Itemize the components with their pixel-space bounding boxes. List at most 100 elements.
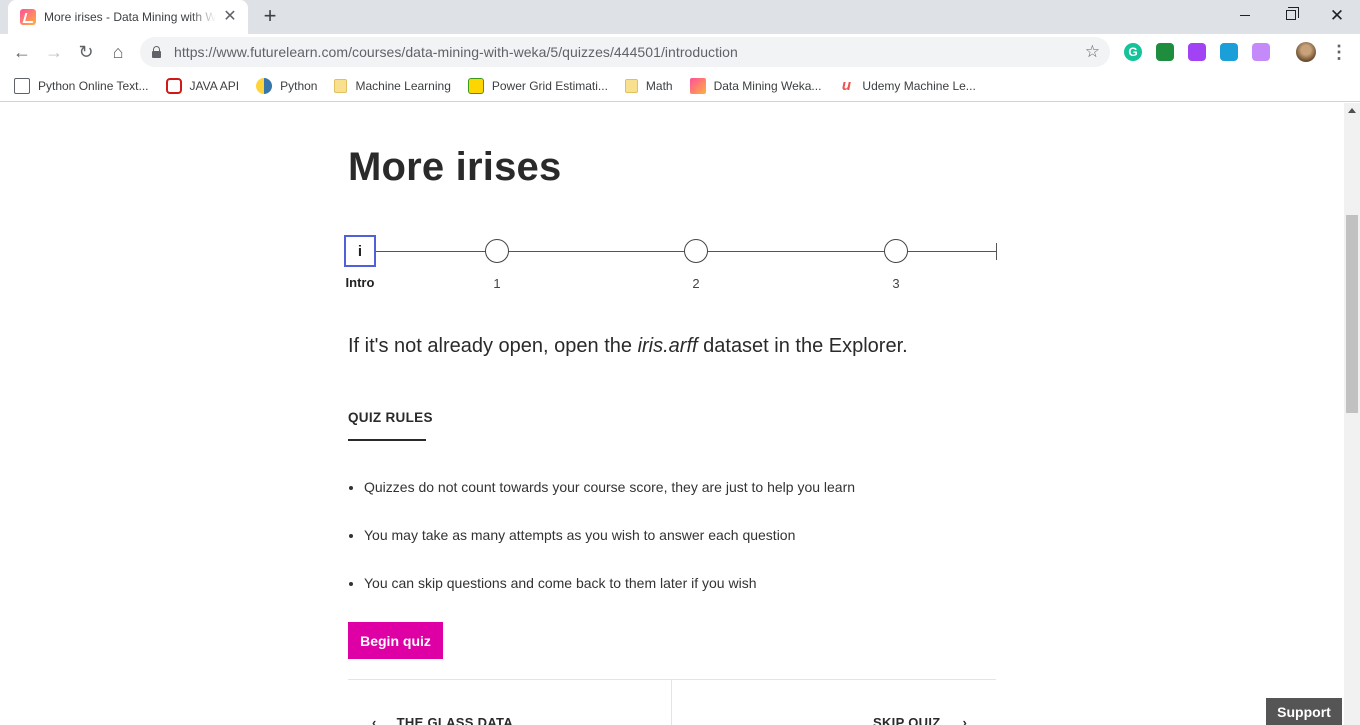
extension-puzzle-icon-2[interactable] (1252, 43, 1270, 61)
bookmark-item[interactable]: Data Mining Weka... (689, 77, 822, 94)
skip-quiz-link[interactable]: SKIP QUIZ › (873, 715, 967, 725)
tab-close-icon[interactable]: ✕ (222, 9, 238, 25)
browser-tab[interactable]: More irises - Data Mining with Weka ✕ (8, 0, 248, 34)
bookmark-label: Udemy Machine Le... (862, 78, 976, 93)
arrow-right-icon: → (45, 41, 63, 62)
url-path: /courses/data-mining-with-weka/5/quizzes… (348, 44, 738, 60)
step-2[interactable]: 2 (684, 239, 708, 291)
scrollbar-thumb[interactable] (1346, 215, 1358, 413)
tab-title: More irises - Data Mining with Weka (44, 10, 216, 24)
quiz-rules-list: Quizzes do not count towards your course… (348, 479, 855, 623)
page-scrollbar[interactable] (1344, 103, 1360, 725)
extension-puzzle-icon[interactable] (1188, 43, 1206, 61)
rule-text: You may take as many attempts as you wis… (364, 527, 796, 543)
folder-icon (334, 78, 348, 93)
url-host: https://www.futurelearn.com (174, 44, 349, 60)
bullet-icon (349, 534, 353, 538)
step-node (684, 239, 708, 263)
cast-extension-icon[interactable] (1156, 43, 1174, 61)
previous-step-label: THE GLASS DATA (396, 715, 514, 725)
smiley-icon (467, 77, 484, 94)
progress-end-tick (996, 243, 997, 260)
skip-quiz-label: SKIP QUIZ (873, 715, 941, 725)
step-intro[interactable]: i Intro (344, 235, 376, 290)
step-node (884, 239, 908, 263)
bookmark-item[interactable]: JAVA API (165, 77, 240, 94)
step-1[interactable]: 1 (485, 239, 509, 291)
bookmark-label: Machine Learning (355, 78, 451, 93)
home-button[interactable]: ⌂ (104, 38, 132, 66)
rule-text: You can skip questions and come back to … (364, 575, 757, 591)
arrow-left-icon: ← (13, 41, 31, 62)
step-label: Intro (345, 275, 375, 290)
bookmark-item[interactable]: Python (256, 77, 318, 94)
udemy-icon: u (841, 76, 851, 94)
step-label: 1 (493, 276, 501, 291)
step-label: 2 (692, 276, 700, 291)
folder-icon (624, 78, 638, 93)
new-tab-button[interactable]: + (258, 5, 282, 29)
back-button[interactable]: ← (8, 38, 36, 66)
rule-text: Quizzes do not count towards your course… (364, 479, 856, 495)
chevron-left-icon: ‹ (372, 715, 377, 725)
bookmark-folder[interactable]: Machine Learning (334, 78, 451, 93)
lock-icon (152, 45, 161, 58)
oracle-icon (165, 77, 182, 94)
quiz-rules-heading: QUIZ RULES (348, 410, 433, 425)
list-item: You can skip questions and come back to … (348, 575, 855, 623)
begin-quiz-button[interactable]: Begin quiz (348, 622, 443, 659)
grammarly-extension-icon[interactable]: G (1124, 43, 1142, 61)
chevron-right-icon: › (962, 715, 968, 725)
quiz-rules-underline (348, 439, 426, 441)
bookmark-folder[interactable]: Math (624, 78, 673, 93)
reload-button[interactable]: ↻ (72, 38, 100, 66)
close-window-button[interactable]: ✕ (1314, 0, 1360, 30)
reload-icon: ↻ (78, 41, 94, 62)
bookmark-label: Power Grid Estimati... (491, 78, 608, 93)
bookmark-item[interactable]: u Udemy Machine Le... (838, 76, 976, 94)
minimize-button[interactable] (1222, 0, 1268, 30)
bullet-icon (349, 582, 353, 586)
divider (348, 679, 996, 680)
bookmark-label: JAVA API (189, 78, 240, 93)
forward-button[interactable]: → (40, 38, 68, 66)
home-icon: ⌂ (112, 41, 124, 62)
cloud-extension-icon[interactable] (1220, 43, 1238, 61)
page-title: More irises (348, 145, 562, 189)
intro-text-post: dataset in the Explorer. (697, 335, 908, 357)
close-icon: ✕ (1329, 5, 1345, 25)
previous-step-link[interactable]: ‹ THE GLASS DATA (372, 715, 513, 725)
profile-avatar[interactable] (1296, 42, 1316, 62)
step-node: i (344, 235, 376, 267)
bookmark-label: Math (645, 78, 673, 93)
intro-text-pre: If it's not already open, open the (348, 335, 638, 357)
step-node (485, 239, 509, 263)
bookmark-item[interactable]: Python Online Text... (14, 77, 149, 94)
bookmark-label: Data Mining Weka... (713, 78, 822, 93)
divider-vertical (671, 680, 672, 725)
support-button[interactable]: Support (1266, 698, 1342, 725)
restore-icon (1286, 7, 1299, 20)
bookmark-item[interactable]: Power Grid Estimati... (467, 77, 608, 94)
quiz-progress: i Intro 1 2 3 (344, 235, 998, 295)
page-content: More irises i Intro 1 2 3 If it's not al… (0, 103, 1344, 725)
bookmark-star-icon[interactable]: ☆ (1085, 42, 1100, 62)
python-icon (256, 77, 273, 94)
scroll-up-arrow-icon[interactable] (1348, 108, 1356, 113)
list-item: Quizzes do not count towards your course… (348, 479, 855, 527)
restore-button[interactable] (1268, 0, 1314, 30)
step-label: 3 (892, 276, 900, 291)
browser-toolbar: ← → ↻ ⌂ https://www.futurelearn.com/cour… (0, 34, 1360, 70)
list-item: You may take as many attempts as you wis… (348, 527, 855, 575)
address-bar[interactable]: https://www.futurelearn.com/courses/data… (140, 37, 1110, 67)
bookmark-label: Python (280, 78, 318, 93)
minimize-icon (1240, 14, 1250, 16)
step-3[interactable]: 3 (884, 239, 908, 291)
menu-kebab-icon[interactable]: ⋮ (1330, 42, 1348, 62)
bookmarks-bar: Python Online Text... JAVA API Python Ma… (0, 70, 1360, 102)
futurelearn-favicon-icon (20, 9, 36, 25)
futurelearn-icon (689, 77, 706, 94)
bullet-icon (349, 486, 353, 490)
dataset-name: iris.arff (637, 335, 698, 357)
intro-text: If it's not already open, open the iris.… (348, 335, 908, 358)
